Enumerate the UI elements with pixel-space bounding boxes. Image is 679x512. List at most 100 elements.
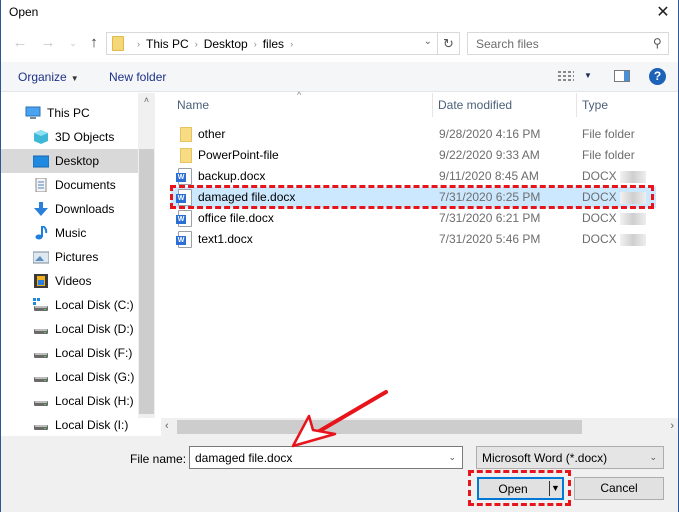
breadcrumb-separator[interactable]: › [137,39,140,49]
back-arrow-icon[interactable]: ← [11,34,29,52]
sidebar-item-local-disk-d[interactable]: Local Disk (D:) [1,317,138,341]
word-document-icon [176,210,192,227]
file-name: other [198,127,226,141]
scrollbar-thumb[interactable] [139,149,154,414]
breadcrumb-separator[interactable]: › [254,39,257,49]
file-row[interactable]: other 9/28/2020 4:16 PM File folder [171,124,656,145]
file-date: 9/22/2020 9:33 AM [439,148,540,162]
folder-icon [180,148,192,163]
address-bar[interactable]: › This PC › Desktop › files › ⌄ ↻ [106,32,460,55]
column-divider[interactable] [576,93,577,117]
chevron-down-icon[interactable]: ⌄ [424,36,432,47]
sidebar-item-label: Downloads [55,202,115,216]
drive-icon [33,322,49,336]
organize-label: Organize [18,70,67,84]
word-document-icon [176,231,192,248]
column-header-name[interactable]: Name [177,93,209,117]
sidebar-item-music[interactable]: Music [1,221,138,245]
title-bar: Open ✕ [1,0,678,26]
breadcrumb-desktop[interactable]: Desktop [204,37,248,51]
file-row[interactable]: PowerPoint-file 9/22/2020 9:33 AM File f… [171,145,656,166]
chevron-down-icon[interactable]: ⌄ [448,452,456,463]
breadcrumb-this-pc[interactable]: This PC [146,37,189,51]
file-type-text: DOCX [582,169,617,183]
preview-pane-icon[interactable] [614,70,630,82]
file-type: DOCX [582,187,646,208]
file-date: 7/31/2020 6:21 PM [439,211,541,225]
sidebar-item-desktop[interactable]: Desktop [1,149,138,173]
scroll-corner [138,418,161,436]
help-icon[interactable]: ? [649,68,666,85]
drive-icon [33,370,49,384]
navigation-bar: ← → ⌄ ↑ › This PC › Desktop › files › ⌄ … [1,28,678,60]
sidebar-vertical-scrollbar[interactable]: ˄ ˅ [138,93,155,436]
column-header-date-modified[interactable]: Date modified [438,93,512,117]
file-list-horizontal-scrollbar[interactable]: ‹ › [161,418,678,436]
sidebar-item-pictures[interactable]: Pictures [1,245,138,269]
open-button[interactable]: Open ▼ [477,477,564,500]
search-input[interactable]: Search files ⚲ [467,32,669,55]
sidebar-item-3d-objects[interactable]: 3D Objects [1,125,138,149]
word-document-icon [176,189,192,206]
up-arrow-icon[interactable]: ↑ [85,34,103,52]
view-dropdown-icon[interactable]: ▼ [584,71,592,80]
open-button-label: Open [498,482,528,496]
sidebar-item-downloads[interactable]: Downloads [1,197,138,221]
refresh-icon[interactable]: ↻ [437,33,459,54]
scroll-up-icon[interactable]: ˄ [138,95,155,105]
cancel-button[interactable]: Cancel [574,477,664,500]
desktop-icon [32,154,50,168]
breadcrumb-separator[interactable]: › [195,39,198,49]
breadcrumb-files[interactable]: files [263,37,284,51]
caret-down-icon: ▼ [70,74,79,83]
file-date: 9/11/2020 8:45 AM [439,169,539,183]
organize-button[interactable]: Organize ▼ [18,70,79,84]
scroll-right-icon[interactable]: › [670,420,674,432]
sidebar-item-label: Local Disk (H:) [55,394,134,408]
sidebar-item-videos[interactable]: Videos [1,269,138,293]
file-type-text: DOCX [582,211,617,225]
file-row[interactable]: office file.docx 7/31/2020 6:21 PM DOCX [171,208,656,229]
window-title: Open [9,5,39,19]
file-name: backup.docx [198,169,266,183]
command-toolbar: Organize ▼ New folder ▼ ? [1,62,678,92]
search-icon[interactable]: ⚲ [653,36,662,50]
new-folder-button[interactable]: New folder [109,70,166,84]
file-name-input[interactable]: damaged file.docx ⌄ [189,446,463,469]
sidebar-item-local-disk-i[interactable]: Local Disk (I:) [1,413,138,436]
open-options-dropdown-icon[interactable]: ▼ [551,483,560,493]
drive-icon [33,346,49,360]
file-name-value: damaged file.docx [195,451,293,465]
file-row-selected[interactable]: damaged file.docx 7/31/2020 6:25 PM DOCX [171,187,656,208]
sidebar-item-local-disk-f[interactable]: Local Disk (F:) [1,341,138,365]
file-type-text: DOCX [582,190,617,204]
sidebar-item-local-disk-h[interactable]: Local Disk (H:) [1,389,138,413]
sidebar-item-local-disk-g[interactable]: Local Disk (G:) [1,365,138,389]
file-type: DOCX [582,229,646,250]
breadcrumb-separator[interactable]: › [290,39,293,49]
download-icon [33,202,49,216]
scroll-left-icon[interactable]: ‹ [165,420,169,432]
split-divider [549,481,550,496]
recent-locations-icon[interactable]: ⌄ [64,34,82,52]
close-icon[interactable]: ✕ [652,2,674,24]
sidebar-item-label: Local Disk (F:) [55,346,133,360]
column-header-type[interactable]: Type [582,93,608,117]
cube-icon [33,130,49,144]
sidebar-item-this-pc[interactable]: This PC [1,101,138,125]
file-row[interactable]: backup.docx 9/11/2020 8:45 AM DOCX [171,166,656,187]
scrollbar-thumb[interactable] [177,420,582,434]
forward-arrow-icon[interactable]: → [39,34,57,52]
chevron-down-icon[interactable]: ⌄ [649,452,657,463]
file-type: DOCX [582,208,646,229]
file-type-select[interactable]: Microsoft Word (*.docx) ⌄ [476,446,664,469]
view-options-icon[interactable] [558,70,574,83]
sidebar-item-label: Local Disk (I:) [55,418,129,432]
redacted-text [619,191,646,204]
sidebar-item-documents[interactable]: Documents [1,173,138,197]
open-file-dialog: Open ✕ ← → ⌄ ↑ › This PC › Desktop › fil… [0,0,679,512]
sidebar-item-local-disk-c[interactable]: Local Disk (C:) [1,293,138,317]
column-divider[interactable] [432,93,433,117]
navigation-pane: This PC 3D Objects Desktop Documents Dow… [1,93,138,436]
file-row[interactable]: text1.docx 7/31/2020 5:46 PM DOCX [171,229,656,250]
